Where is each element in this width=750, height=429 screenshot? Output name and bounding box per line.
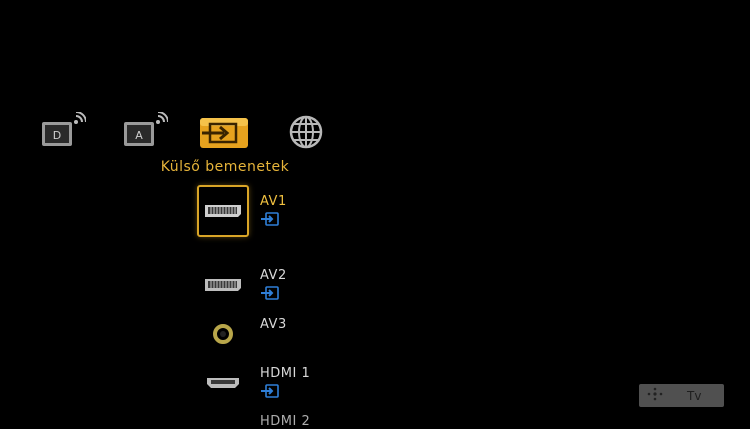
selected-category-label: Külső bemenetek <box>160 159 290 175</box>
input-label: AV3 <box>260 317 287 332</box>
globe-icon[interactable] <box>282 112 330 152</box>
input-arrow-icon <box>260 211 280 230</box>
tv-button[interactable]: Tv <box>639 384 724 407</box>
input-label: AV2 <box>260 268 287 283</box>
input-arrow-icon <box>260 285 280 304</box>
svg-text:A: A <box>135 129 143 142</box>
svg-text:D: D <box>53 129 61 142</box>
input-label: AV1 <box>260 194 287 209</box>
input-label: HDMI 1 <box>260 366 311 381</box>
external-input-icon[interactable] <box>196 112 252 152</box>
analog-tv-icon[interactable]: A <box>120 112 168 152</box>
hdmi-icon <box>197 357 249 409</box>
dpad-icon <box>647 387 663 404</box>
digital-tv-icon[interactable]: D <box>38 112 86 152</box>
tv-button-label: Tv <box>687 388 702 403</box>
scart-icon <box>197 185 249 237</box>
input-arrow-icon <box>260 383 280 402</box>
scart-icon <box>197 259 249 311</box>
composite-jack-icon <box>197 308 249 360</box>
